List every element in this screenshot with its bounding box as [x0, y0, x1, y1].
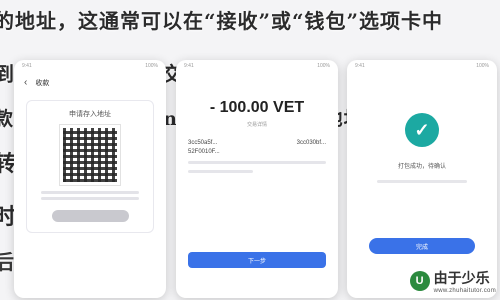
address-line — [41, 197, 139, 200]
detail-line — [188, 161, 326, 164]
status-time: 9:41 — [22, 63, 32, 69]
screen-title: 收款 — [35, 79, 50, 87]
qr-code — [59, 124, 121, 186]
caption-line: 的地址，这通常可以在“接收”或“钱包”选项卡中 — [0, 9, 444, 33]
to-address: 3cc030bf... — [296, 140, 326, 146]
deposit-address-title: 申请存入地址 — [69, 111, 111, 118]
transaction-details-label: 交易详情 — [246, 122, 267, 128]
status-bar: 9:41 100% — [347, 60, 497, 69]
battery-status: 100% — [476, 63, 489, 69]
screen-header: ‹ 收款 — [14, 69, 166, 94]
battery-status: 100% — [317, 63, 330, 69]
checkmark-icon: ✓ — [405, 113, 439, 147]
status-bar: 9:41 100% — [176, 60, 338, 69]
from-address: 3cc50a5f... — [188, 140, 218, 146]
status-time: 9:41 — [184, 63, 194, 69]
from-label: 52F0010F... — [188, 149, 220, 155]
watermark-url: www.zhuhaitutor.com — [433, 288, 496, 294]
deposit-address-card: 申请存入地址 — [26, 100, 154, 233]
transfer-screen: 9:41 100% - 100.00 VET 交易详情 3cc50a5f... … — [176, 60, 338, 298]
status-bar: 9:41 100% — [14, 60, 166, 69]
success-message: 打包成功，待确认 — [397, 164, 446, 170]
watermark: U 由于少乐 www.zhuhaitutor.com — [409, 268, 496, 294]
receive-screen: 9:41 100% ‹ 收款 申请存入地址 — [14, 60, 166, 298]
watermark-text: 由于少乐 — [433, 271, 490, 287]
detail-line — [188, 170, 253, 173]
address-line — [41, 191, 139, 194]
battery-status: 100% — [145, 63, 158, 69]
status-time: 9:41 — [355, 63, 365, 69]
success-screen: 9:41 100% ✓ 打包成功，待确认 完成 — [347, 60, 497, 298]
watermark-logo-icon: U — [409, 271, 430, 291]
transfer-amount: - 100.00 VET — [209, 99, 305, 116]
back-arrow-icon[interactable]: ‹ — [24, 77, 27, 88]
copy-address-button[interactable] — [51, 210, 129, 222]
success-sub-line — [377, 180, 467, 183]
done-button[interactable]: 完成 — [369, 238, 475, 254]
address-details: 3cc50a5f... 52F0010F... 3cc030bf... — [176, 140, 338, 155]
next-button[interactable]: 下一步 — [188, 252, 326, 268]
